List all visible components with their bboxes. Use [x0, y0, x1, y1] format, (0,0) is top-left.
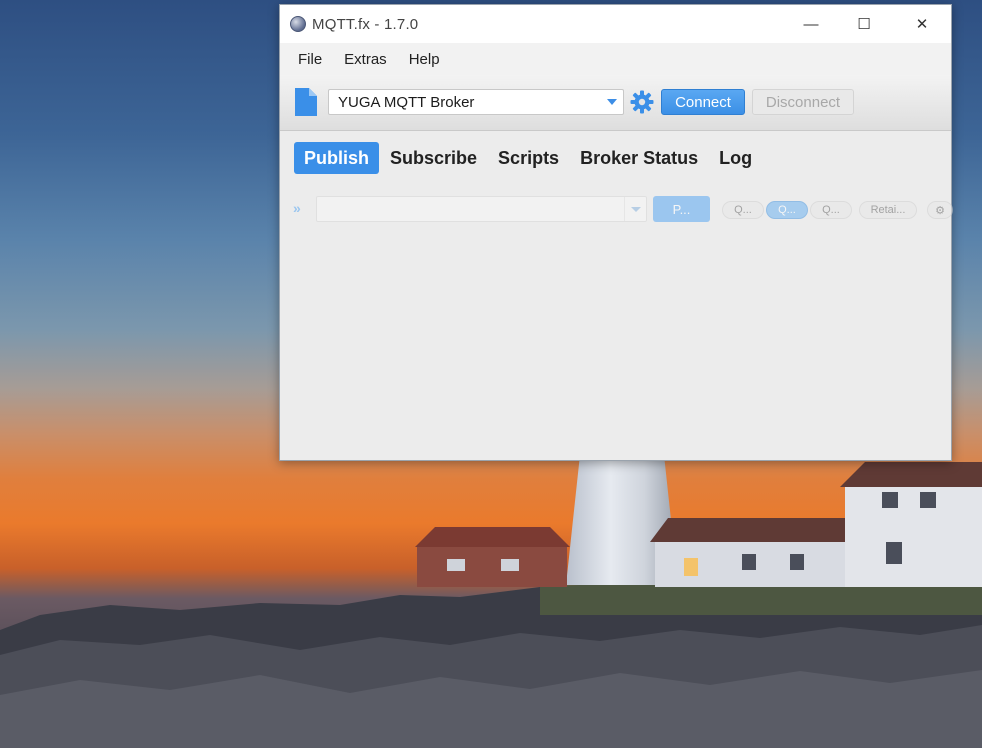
menu-help[interactable]: Help: [409, 51, 440, 68]
connect-button[interactable]: Connect: [661, 89, 745, 115]
topic-input[interactable]: [316, 196, 647, 222]
connection-profile-icon[interactable]: [293, 88, 319, 116]
chevron-down-icon[interactable]: [624, 197, 646, 221]
tab-scripts[interactable]: Scripts: [488, 142, 569, 174]
app-logo-icon: [290, 16, 306, 32]
chevron-down-icon: [607, 99, 617, 105]
disconnect-button[interactable]: Disconnect: [752, 89, 854, 115]
gear-icon[interactable]: [630, 90, 654, 114]
close-icon: ✕: [915, 16, 929, 33]
connection-toolbar: YUGA MQTT Broker Connect Disconnect: [280, 75, 951, 131]
expand-chevrons-icon[interactable]: »: [293, 200, 301, 216]
tab-subscribe[interactable]: Subscribe: [380, 142, 487, 174]
title-bar[interactable]: MQTT.fx - 1.7.0 — ☐ ✕: [280, 5, 951, 43]
publish-button[interactable]: P...: [653, 196, 710, 222]
qos1-button[interactable]: Q...: [766, 201, 808, 219]
menu-file[interactable]: File: [298, 51, 322, 68]
publish-options-button[interactable]: ⚙: [927, 201, 953, 219]
qos0-button[interactable]: Q...: [722, 201, 764, 219]
cliff-scenery: [0, 575, 982, 748]
retain-button[interactable]: Retai...: [859, 201, 917, 219]
broker-profile-value: YUGA MQTT Broker: [338, 93, 475, 111]
gear-icon: ⚙: [935, 204, 945, 217]
broker-profile-select[interactable]: YUGA MQTT Broker: [328, 89, 624, 115]
main-tabs: Publish Subscribe Scripts Broker Status …: [294, 142, 763, 174]
white-house: [650, 462, 982, 587]
menu-extras[interactable]: Extras: [344, 51, 387, 68]
minimize-icon: —: [803, 15, 819, 33]
minimize-button[interactable]: —: [788, 5, 834, 43]
window-title: MQTT.fx - 1.7.0: [312, 15, 419, 33]
qos2-button[interactable]: Q...: [810, 201, 852, 219]
tab-broker-status[interactable]: Broker Status: [570, 142, 708, 174]
tab-log[interactable]: Log: [709, 142, 762, 174]
maximize-button[interactable]: ☐: [841, 5, 887, 43]
red-house: [415, 527, 570, 587]
close-button[interactable]: ✕: [899, 5, 945, 43]
app-window: MQTT.fx - 1.7.0 — ☐ ✕ File Extras Help Y…: [279, 4, 953, 461]
tab-publish[interactable]: Publish: [294, 142, 380, 174]
maximize-icon: ☐: [857, 16, 871, 33]
menu-bar: File Extras Help: [280, 43, 951, 75]
publish-controls: » P... Q... Q... Q... Retai... ⚙: [280, 195, 953, 225]
